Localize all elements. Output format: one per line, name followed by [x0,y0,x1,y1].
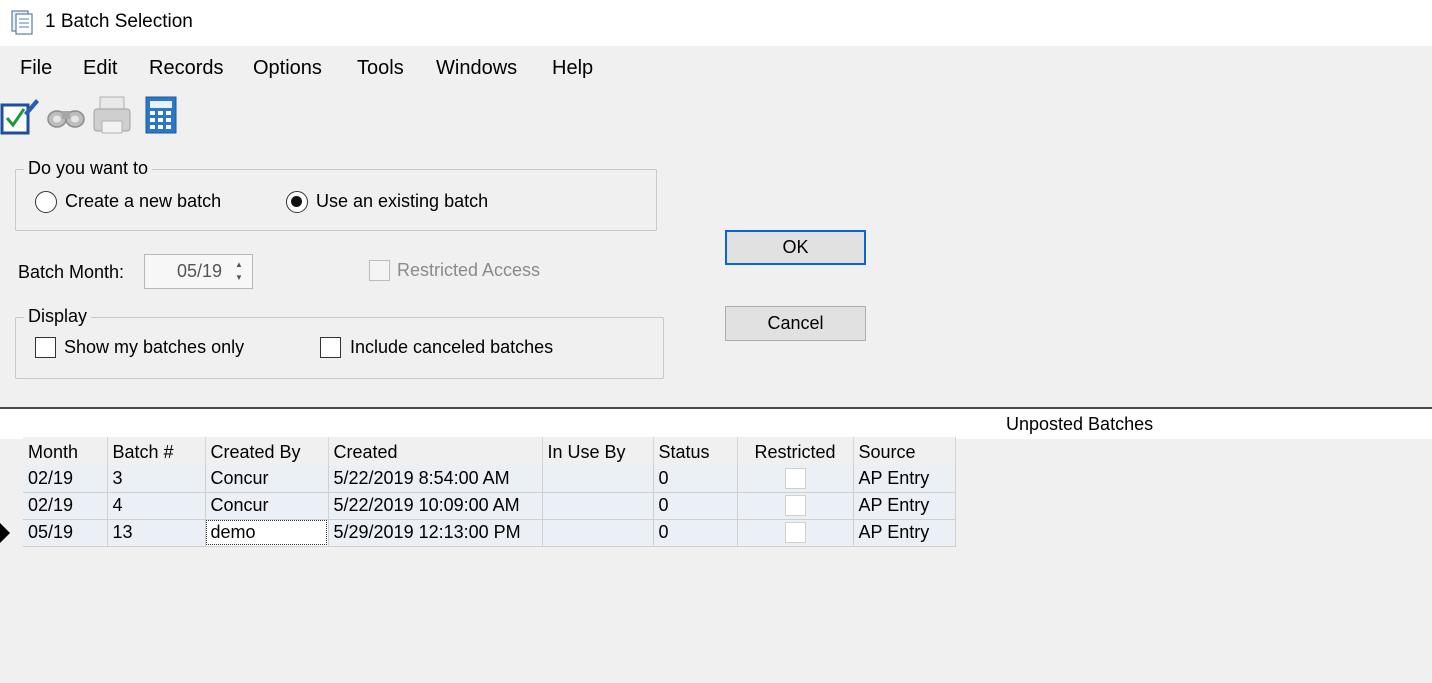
cell-restricted[interactable] [737,519,854,547]
table-row-selected[interactable]: 05/19 13 demo 5/29/2019 12:13:00 PM 0 AP… [23,519,956,547]
menu-bar: File Edit Records Options Tools Windows … [0,46,1432,90]
batch-month-stepper[interactable]: 05/19 ▲ ▼ [144,254,253,289]
include-canceled-label[interactable]: Include canceled batches [350,337,553,358]
cell-batch-number[interactable]: 13 [107,519,206,547]
cell-status[interactable]: 0 [653,465,738,493]
table-row[interactable]: 02/19 4 Concur 5/22/2019 10:09:00 AM 0 A… [23,492,956,520]
restricted-access-checkbox[interactable] [369,260,390,281]
column-batch-number[interactable]: Batch # [107,437,206,465]
table-header-row: Month Batch # Created By Created In Use … [23,437,956,465]
cell-created-by[interactable]: Concur [205,465,329,493]
calculator-icon[interactable] [142,95,182,135]
show-my-batches-checkbox[interactable] [35,337,56,358]
cell-batch-number[interactable]: 3 [107,465,206,493]
cell-in-use-by[interactable] [542,519,654,547]
checklist-icon[interactable] [0,95,40,135]
cell-restricted[interactable] [737,492,854,520]
cell-created[interactable]: 5/22/2019 10:09:00 AM [328,492,543,520]
current-row-arrow-icon [0,523,10,543]
cell-created[interactable]: 5/29/2019 12:13:00 PM [328,519,543,547]
cell-month[interactable]: 02/19 [23,492,108,520]
unposted-batches-header: Unposted Batches [0,409,1432,439]
batches-table: Month Batch # Created By Created In Use … [23,437,956,547]
printer-icon[interactable] [92,95,132,135]
column-created-by[interactable]: Created By [205,437,329,465]
column-status[interactable]: Status [653,437,738,465]
column-in-use-by[interactable]: In Use By [542,437,654,465]
column-restricted[interactable]: Restricted [737,437,854,465]
batch-month-label: Batch Month: [18,262,125,282]
cell-in-use-by[interactable] [542,492,654,520]
unposted-batches-title: Unposted Batches [1006,414,1154,434]
batch-options-panel: Do you want to Create a new batch Use an… [0,142,1432,408]
cancel-button[interactable]: Cancel [725,306,866,341]
restricted-checkbox[interactable] [784,522,806,544]
cell-source[interactable]: AP Entry [853,519,956,547]
spin-up-icon[interactable]: ▲ [230,258,248,271]
column-source[interactable]: Source [853,437,956,465]
column-created[interactable]: Created [328,437,543,465]
ok-button[interactable]: OK [725,230,866,265]
cell-status[interactable]: 0 [653,519,738,547]
restricted-checkbox[interactable] [784,495,806,517]
cell-month[interactable]: 02/19 [23,465,108,493]
batch-choice-legend: Do you want to [24,158,153,179]
menu-file[interactable]: File [20,57,52,80]
window-title: 1 Batch Selection [45,11,193,32]
cell-restricted[interactable] [737,465,854,493]
show-my-batches-label[interactable]: Show my batches only [64,337,244,358]
title-bar: 1 Batch Selection [0,0,1432,46]
menu-windows[interactable]: Windows [436,57,517,80]
restricted-access-label: Restricted Access [397,260,541,280]
binoculars-icon[interactable] [46,95,86,135]
table-row[interactable]: 02/19 3 Concur 5/22/2019 8:54:00 AM 0 AP… [23,465,956,493]
cell-batch-number[interactable]: 4 [107,492,206,520]
use-existing-batch-label[interactable]: Use an existing batch [316,191,488,212]
cell-status[interactable]: 0 [653,492,738,520]
menu-tools[interactable]: Tools [357,57,404,80]
batch-month-value[interactable]: 05/19 [177,261,222,282]
use-existing-batch-radio[interactable] [286,191,308,213]
menu-help[interactable]: Help [552,57,593,80]
cell-created-by-focused[interactable]: demo [205,519,329,547]
toolbar [0,90,1432,142]
include-canceled-checkbox[interactable] [320,337,341,358]
column-month[interactable]: Month [23,437,108,465]
cell-source[interactable]: AP Entry [853,492,956,520]
create-new-batch-label[interactable]: Create a new batch [65,191,221,212]
menu-edit[interactable]: Edit [83,57,117,80]
cell-created[interactable]: 5/22/2019 8:54:00 AM [328,465,543,493]
cell-created-by[interactable]: Concur [205,492,329,520]
restricted-checkbox[interactable] [784,468,806,490]
cell-source[interactable]: AP Entry [853,465,956,493]
menu-records[interactable]: Records [149,57,223,80]
display-legend: Display [24,306,92,327]
cell-in-use-by[interactable] [542,465,654,493]
batch-window-icon [11,10,33,35]
spin-down-icon[interactable]: ▼ [230,271,248,284]
create-new-batch-radio[interactable] [35,191,57,213]
cell-month[interactable]: 05/19 [23,519,108,547]
menu-options[interactable]: Options [253,57,322,80]
